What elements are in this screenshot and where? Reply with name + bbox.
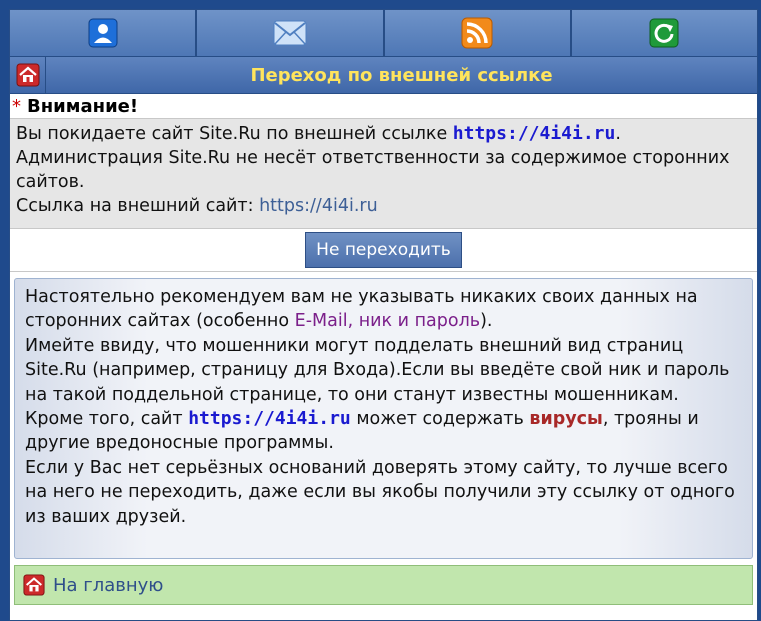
warning-p3-middle: может содержать (350, 409, 530, 430)
warning-p3-text: Кроме того, сайт (25, 409, 189, 430)
warning-paragraph-2: Имейте ввиду, что мошенники могут поддел… (25, 335, 730, 405)
info-line-1: Вы покидаете сайт Site.Ru по внешней ссы… (16, 122, 751, 146)
toolbar-rss-button[interactable] (384, 10, 572, 56)
warning-p3-virus: вирусы (529, 409, 603, 430)
warning-paragraph-4: Если у Вас нет серьёзных оснований довер… (25, 457, 735, 527)
toolbar-refresh-button[interactable] (571, 10, 757, 56)
warning-p1-end: ). (480, 311, 493, 332)
dont-go-button[interactable]: Не переходить (305, 232, 462, 268)
user-icon (88, 18, 118, 48)
security-warning-panel: Настоятельно рекомендуем вам не указыват… (14, 278, 753, 559)
home-icon (23, 574, 45, 596)
title-home-button[interactable] (10, 57, 46, 93)
warning-paragraph-1: Настоятельно рекомендуем вам не указыват… (25, 285, 742, 334)
warning-wrapper: Настоятельно рекомендуем вам не указыват… (10, 272, 757, 563)
attention-label: Внимание! (27, 95, 139, 117)
button-row: Не переходить (10, 229, 757, 272)
warning-p3-link: https://4i4i.ru (188, 408, 351, 430)
warning-p1-highlight: E-Mail, ник и пароль (294, 311, 481, 332)
refresh-icon (649, 18, 679, 48)
toolbar-profile-button[interactable] (10, 10, 198, 56)
home-link[interactable]: На главную (53, 575, 163, 596)
rss-icon (461, 17, 493, 49)
home-link-row[interactable]: На главную (14, 565, 753, 605)
info-line-3: Ссылка на внешний сайт: https://4i4i.ru (16, 194, 751, 218)
title-bar: Переход по внешней ссылке (10, 57, 757, 94)
external-link-bold[interactable]: https://4i4i.ru (453, 123, 616, 144)
info-line-1-text: Вы покидаете сайт Site.Ru по внешней ссы… (16, 124, 453, 144)
info-line-1-period: . (615, 124, 621, 144)
page-frame: Переход по внешней ссылке * Внимание! Вы… (9, 9, 758, 621)
attention-star: * (12, 95, 21, 117)
info-line-3-text: Ссылка на внешний сайт: (16, 196, 260, 216)
toolbar-mail-button[interactable] (197, 10, 385, 56)
home-icon (16, 63, 39, 87)
page-title: Переход по внешней ссылке (250, 64, 553, 86)
warning-paragraph-3: Кроме того, сайт https://4i4i.ru может с… (25, 407, 742, 456)
external-link[interactable]: https://4i4i.ru (259, 196, 378, 216)
leave-site-info: Вы покидаете сайт Site.Ru по внешней ссы… (10, 118, 757, 229)
mail-icon (273, 20, 307, 46)
info-line-2: Администрация Site.Ru не несёт ответстве… (16, 148, 730, 192)
top-toolbar (10, 10, 757, 57)
attention-heading: * Внимание! (10, 94, 757, 118)
